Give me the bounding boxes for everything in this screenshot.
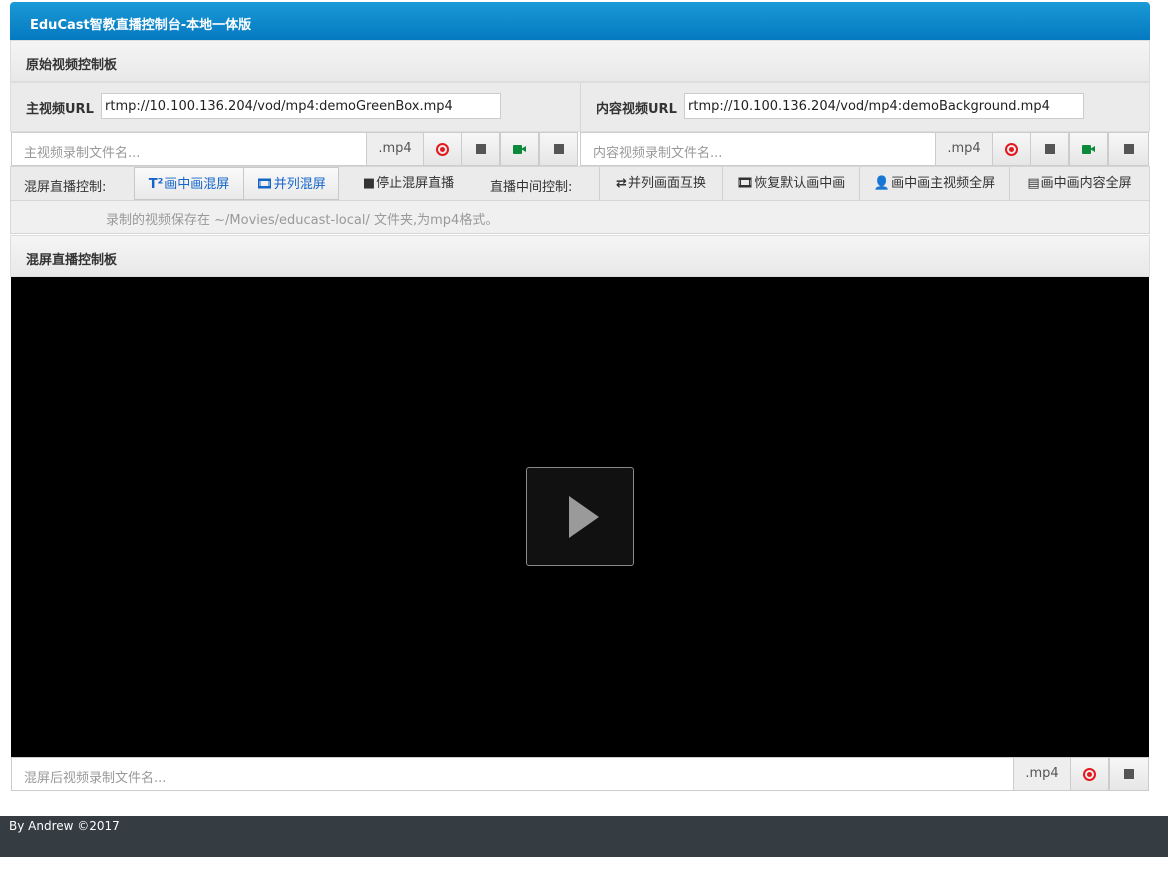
- restore-pip-label: 恢复默认画中画: [754, 176, 846, 191]
- app-title: EduCast智教直播控制台-本地一体版: [10, 2, 1150, 40]
- superscript-icon: T²: [148, 177, 164, 192]
- pip-content-full-button[interactable]: ▤画中画内容全屏: [1009, 167, 1149, 200]
- source-panel-title: 原始视频控制板: [10, 40, 1150, 82]
- main-url-group: 主视频URL: [11, 83, 581, 131]
- swap-button[interactable]: ⇄并列画面互换: [599, 167, 722, 200]
- stop-icon: ■: [362, 176, 376, 191]
- mix-record-row: 混屏后视频录制文件名... .mp4: [11, 757, 1149, 791]
- record-icon: [1083, 767, 1096, 781]
- content-live-button[interactable]: [1069, 132, 1108, 166]
- content-record-button[interactable]: [992, 132, 1031, 166]
- content-record-stop-button[interactable]: [1030, 132, 1069, 166]
- film-icon: 🎞: [736, 176, 754, 191]
- retweet-icon: ⇄: [616, 176, 627, 191]
- content-live-stop-button[interactable]: [1108, 132, 1149, 166]
- film-icon: 🎞: [256, 177, 273, 192]
- stop-mix-label: 停止混屏直播: [376, 176, 455, 191]
- pip-main-full-button[interactable]: 👤画中画主视频全屏: [859, 167, 1009, 200]
- content-url-group: 内容视频URL: [581, 83, 1149, 131]
- video-player[interactable]: [11, 277, 1149, 757]
- user-icon: 👤: [873, 176, 891, 191]
- mix-ext-addon: .mp4: [1013, 757, 1071, 791]
- content-url-label: 内容视频URL: [596, 102, 677, 117]
- comment-icon: ▤: [1027, 176, 1040, 191]
- pip-main-full-label: 画中画主视频全屏: [891, 176, 996, 191]
- content-url-input[interactable]: [684, 93, 1084, 119]
- main-live-button[interactable]: [500, 132, 539, 166]
- content-record-row: 内容视频录制文件名... .mp4: [580, 132, 1149, 166]
- stop-mix-button[interactable]: ■停止混屏直播: [341, 167, 476, 200]
- record-icon: [436, 142, 449, 156]
- mix-control-label: 混屏直播控制:: [24, 180, 107, 195]
- pip-content-full-label: 画中画内容全屏: [1040, 176, 1132, 191]
- restore-pip-button[interactable]: 🎞恢复默认画中画: [722, 167, 859, 200]
- main-url-input[interactable]: [101, 93, 501, 119]
- stop-icon: [1124, 769, 1134, 779]
- main-ext-addon: .mp4: [366, 132, 424, 166]
- stop-icon: [553, 144, 564, 154]
- mix-panel-title: 混屏直播控制板: [10, 235, 1150, 277]
- main-record-button[interactable]: [423, 132, 462, 166]
- play-icon[interactable]: [526, 467, 634, 566]
- mix-control-row: 混屏直播控制: T²画中画混屏 🎞并列混屏 ■停止混屏直播 直播中间控制: ⇄并…: [10, 166, 1150, 201]
- main-url-label: 主视频URL: [26, 102, 94, 117]
- pip-mix-label: 画中画混屏: [164, 177, 230, 192]
- side-mix-button[interactable]: 🎞并列混屏: [243, 167, 339, 200]
- main-live-stop-button[interactable]: [539, 132, 578, 166]
- footer: By Andrew ©2017: [0, 816, 1168, 857]
- side-mix-label: 并列混屏: [273, 177, 326, 192]
- mix-record-button[interactable]: [1070, 757, 1109, 791]
- stop-icon: [1044, 144, 1055, 154]
- save-location-info: 录制的视频保存在 ~/Movies/educast-local/ 文件夹,为mp…: [10, 201, 1150, 234]
- stop-icon: [475, 144, 486, 154]
- pip-mix-button[interactable]: T²画中画混屏: [134, 167, 244, 200]
- main-record-filename-input[interactable]: 主视频录制文件名...: [11, 132, 367, 166]
- camera-icon: [1081, 144, 1096, 154]
- stop-icon: [1123, 144, 1134, 154]
- live-control-label: 直播中间控制:: [490, 180, 573, 195]
- mix-record-stop-button[interactable]: [1109, 757, 1149, 791]
- main-record-stop-button[interactable]: [461, 132, 500, 166]
- content-ext-addon: .mp4: [935, 132, 993, 166]
- record-icon: [1005, 142, 1018, 156]
- main-record-row: 主视频录制文件名... .mp4: [11, 132, 581, 166]
- camera-icon: [512, 144, 527, 154]
- content-record-filename-input[interactable]: 内容视频录制文件名...: [580, 132, 936, 166]
- url-row: 主视频URL 内容视频URL: [10, 82, 1150, 132]
- mix-record-filename-input[interactable]: 混屏后视频录制文件名...: [11, 757, 1014, 791]
- swap-label: 并列画面互换: [627, 176, 706, 191]
